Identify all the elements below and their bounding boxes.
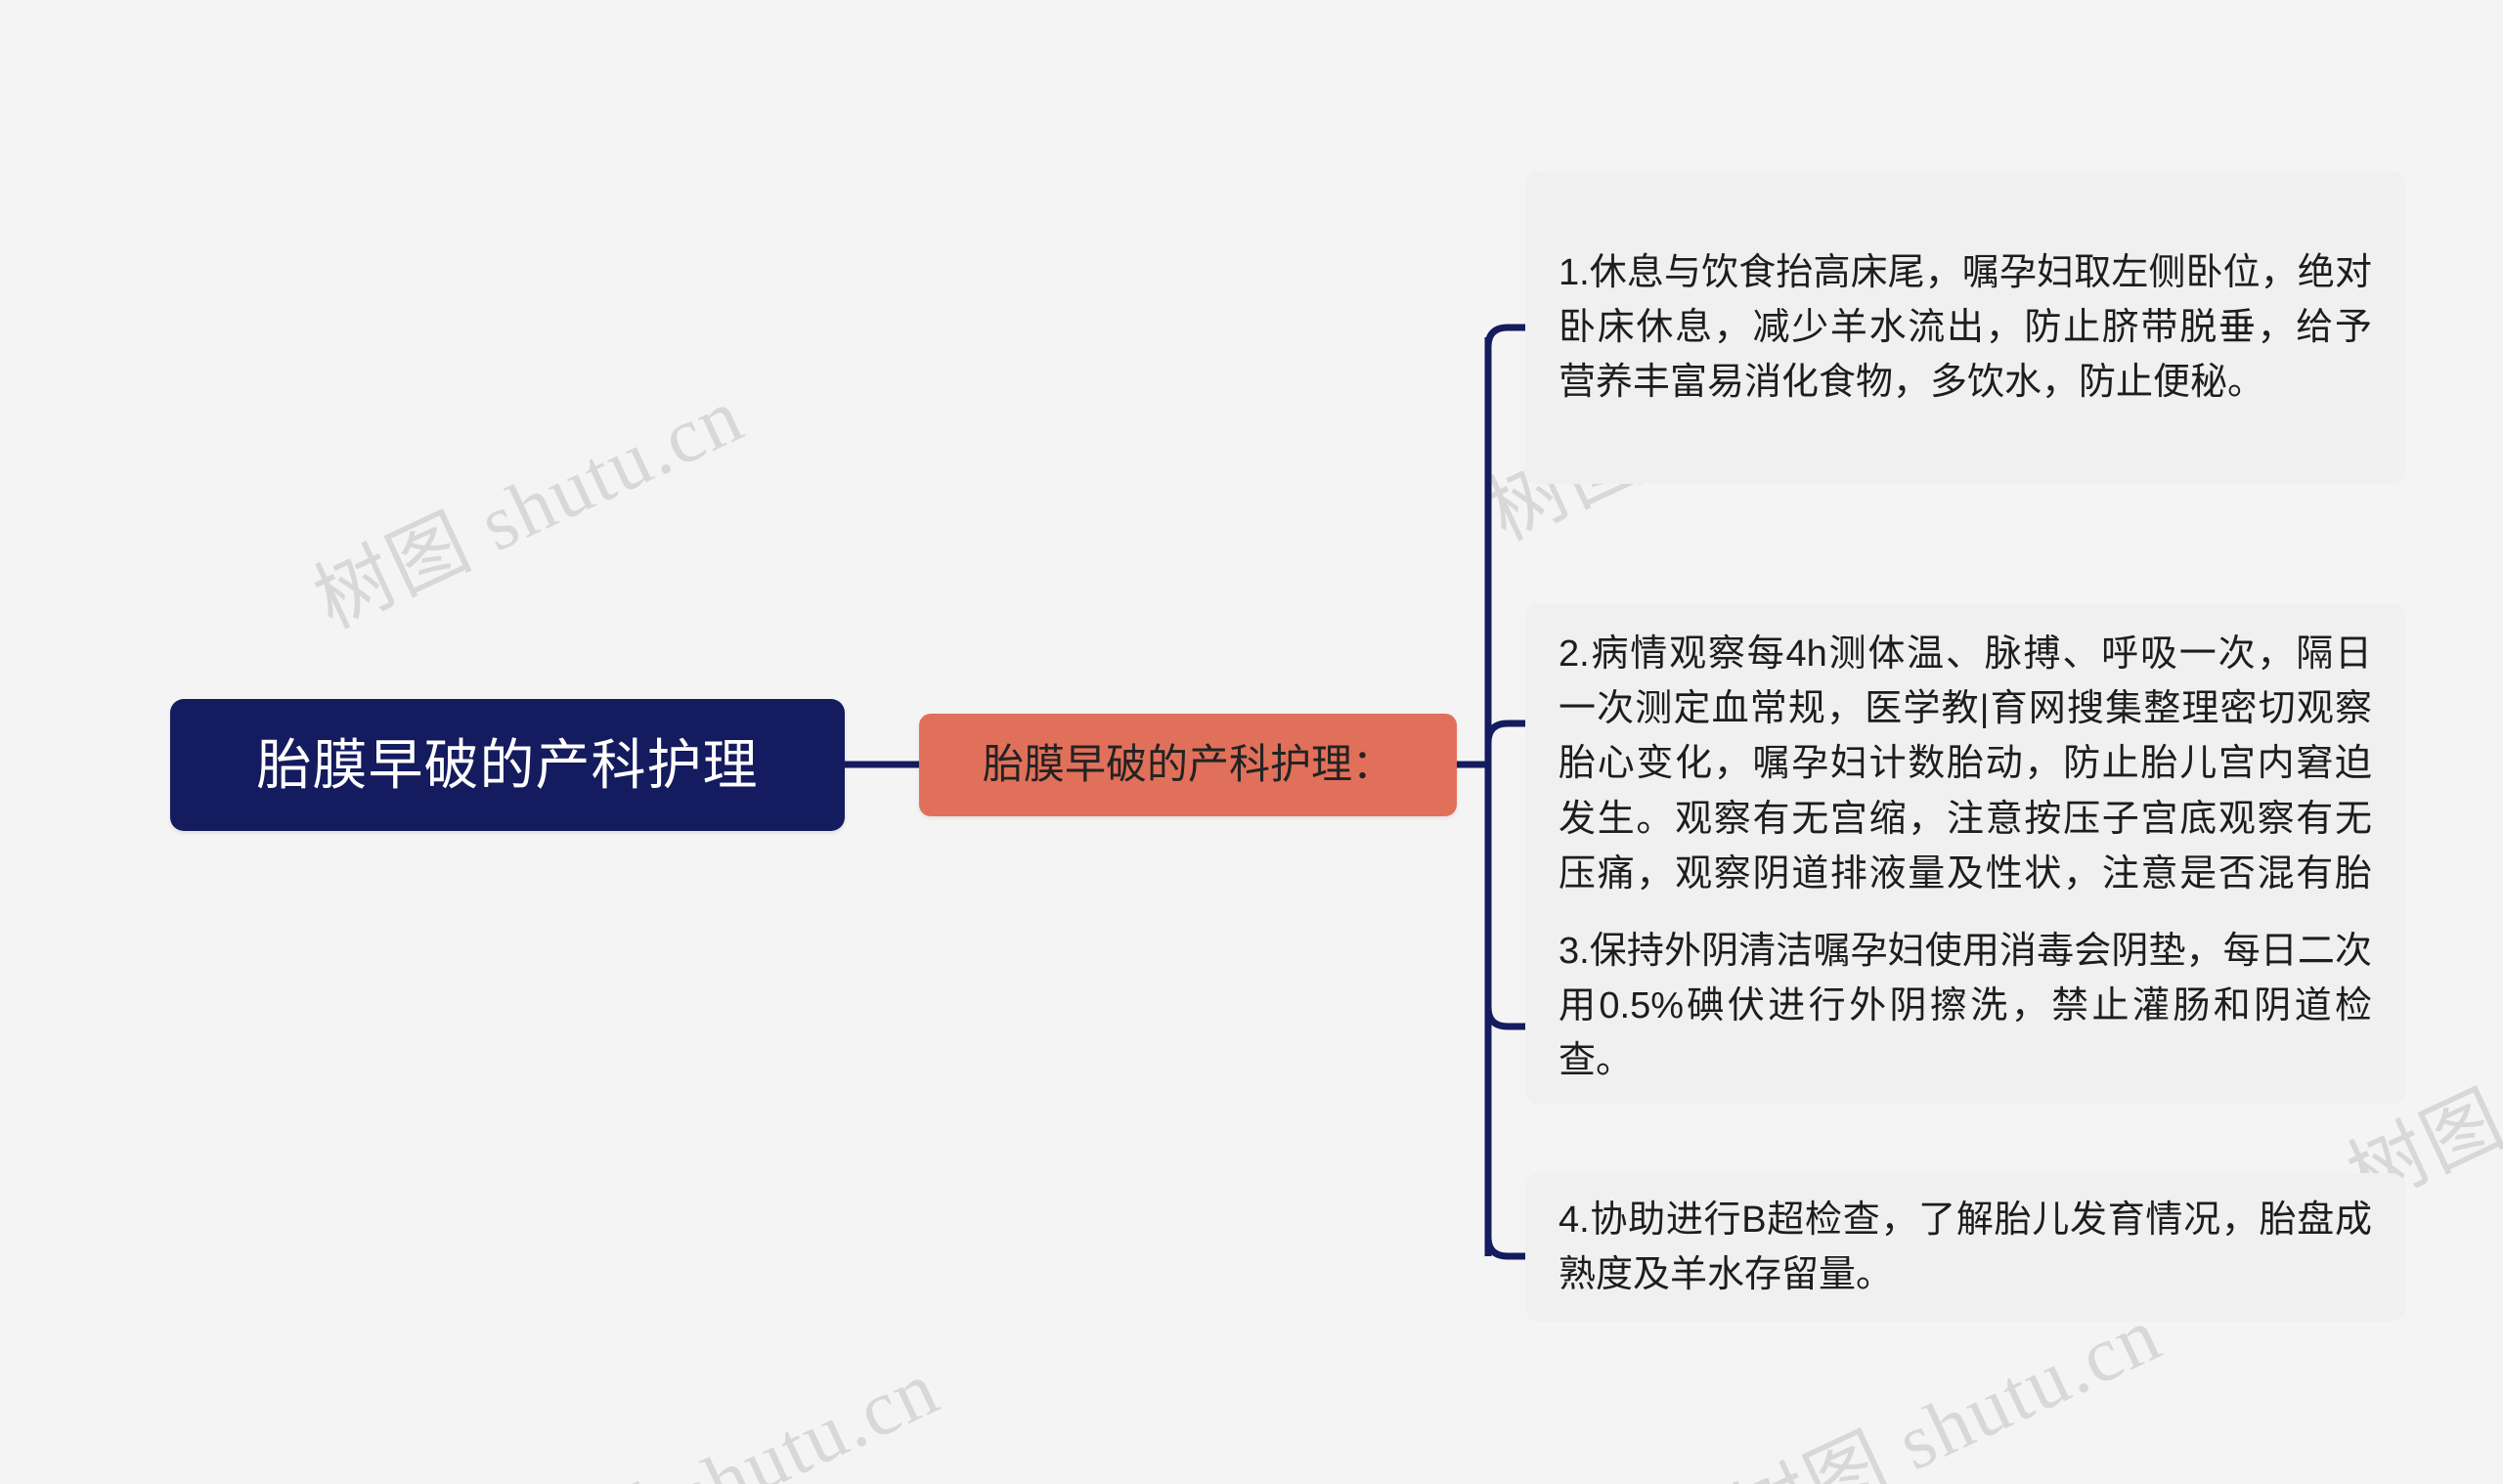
watermark-text: 树图 shutu.cn [302,371,757,645]
connector-trunk-to-leaf-1 [1484,324,1527,367]
root-node[interactable]: 胎膜早破的产科护理 [170,699,845,831]
connector-trunk-to-leaf-4 [1484,1217,1527,1260]
watermark-text: 树图 shutu.cn [498,1344,952,1484]
leaf-node-4[interactable]: 4.协助进行B超检查，了解胎儿发育情况，胎盘成熟度及羊水存留量。 [1525,1173,2405,1322]
leaf-node-3-text: 3.保持外阴清洁嘱孕妇使用消毒会阴垫，每日二次用0.5%碘伏进行外阴擦洗，禁止灌… [1559,930,2372,1082]
leaf-node-1-text: 1.休息与饮食抬高床尾，嘱孕妇取左侧卧位，绝对卧床休息，减少羊水流出，防止脐带脱… [1559,251,2372,404]
mindmap-canvas: 树图 shutu.cn 树图 shutu.cn 树图 shutu.cn 树图 s… [0,0,2503,1484]
connector-trunk-to-leaf-2 [1484,720,1527,763]
topic-node-label: 胎膜早破的产科护理： [982,741,1393,788]
leaf-node-1[interactable]: 1.休息与饮食抬高床尾，嘱孕妇取左侧卧位，绝对卧床休息，减少羊水流出，防止脐带脱… [1525,171,2405,484]
leaf-node-3[interactable]: 3.保持外阴清洁嘱孕妇使用消毒会阴垫，每日二次用0.5%碘伏进行外阴擦洗，禁止灌… [1525,907,2405,1105]
topic-node[interactable]: 胎膜早破的产科护理： [919,714,1457,816]
root-node-label: 胎膜早破的产科护理 [256,733,759,796]
connector-trunk-to-leaf-3 [1484,987,1527,1030]
leaf-node-4-text: 4.协助进行B超检查，了解胎儿发育情况，胎盘成熟度及羊水存留量。 [1559,1199,2372,1295]
